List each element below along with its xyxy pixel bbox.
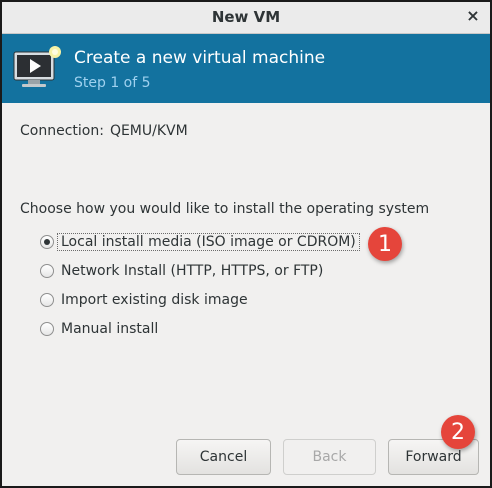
titlebar: New VM × bbox=[2, 2, 490, 34]
header-step: Step 1 of 5 bbox=[74, 75, 151, 91]
back-button[interactable]: Back bbox=[283, 439, 376, 475]
close-icon[interactable]: × bbox=[464, 6, 482, 26]
header-title: Create a new virtual machine bbox=[74, 48, 326, 68]
option-network-install[interactable]: Network Install (HTTP, HTTPS, or FTP) bbox=[40, 260, 323, 282]
option-network-install-label[interactable]: Network Install (HTTP, HTTPS, or FTP) bbox=[61, 263, 323, 279]
step-marker-2: 2 bbox=[441, 415, 475, 449]
option-manual-install-label[interactable]: Manual install bbox=[61, 321, 158, 337]
option-import-disk[interactable]: Import existing disk image bbox=[40, 289, 248, 311]
option-manual-install[interactable]: Manual install bbox=[40, 318, 158, 340]
radio-local-install[interactable] bbox=[40, 235, 54, 249]
option-local-install[interactable]: Local install media (ISO image or CDROM) bbox=[40, 231, 360, 253]
step-marker-1: 1 bbox=[368, 227, 402, 261]
window-title: New VM bbox=[211, 8, 281, 26]
connection-row: Connection: QEMU/KVM bbox=[20, 123, 188, 139]
option-local-install-label[interactable]: Local install media (ISO image or CDROM) bbox=[57, 233, 360, 251]
radio-network-install[interactable] bbox=[40, 264, 54, 278]
radio-import-disk[interactable] bbox=[40, 293, 54, 307]
radio-manual-install[interactable] bbox=[40, 322, 54, 336]
option-import-disk-label[interactable]: Import existing disk image bbox=[61, 292, 248, 308]
header-banner: Create a new virtual machine Step 1 of 5 bbox=[2, 34, 490, 103]
vm-monitor-icon bbox=[13, 46, 61, 87]
connection-value: QEMU/KVM bbox=[109, 123, 188, 139]
connection-label: Connection: bbox=[20, 123, 104, 139]
new-vm-dialog: New VM × Create a new virtual machine St… bbox=[0, 0, 492, 488]
install-prompt: Choose how you would like to install the… bbox=[20, 201, 430, 217]
cancel-button[interactable]: Cancel bbox=[176, 439, 271, 475]
